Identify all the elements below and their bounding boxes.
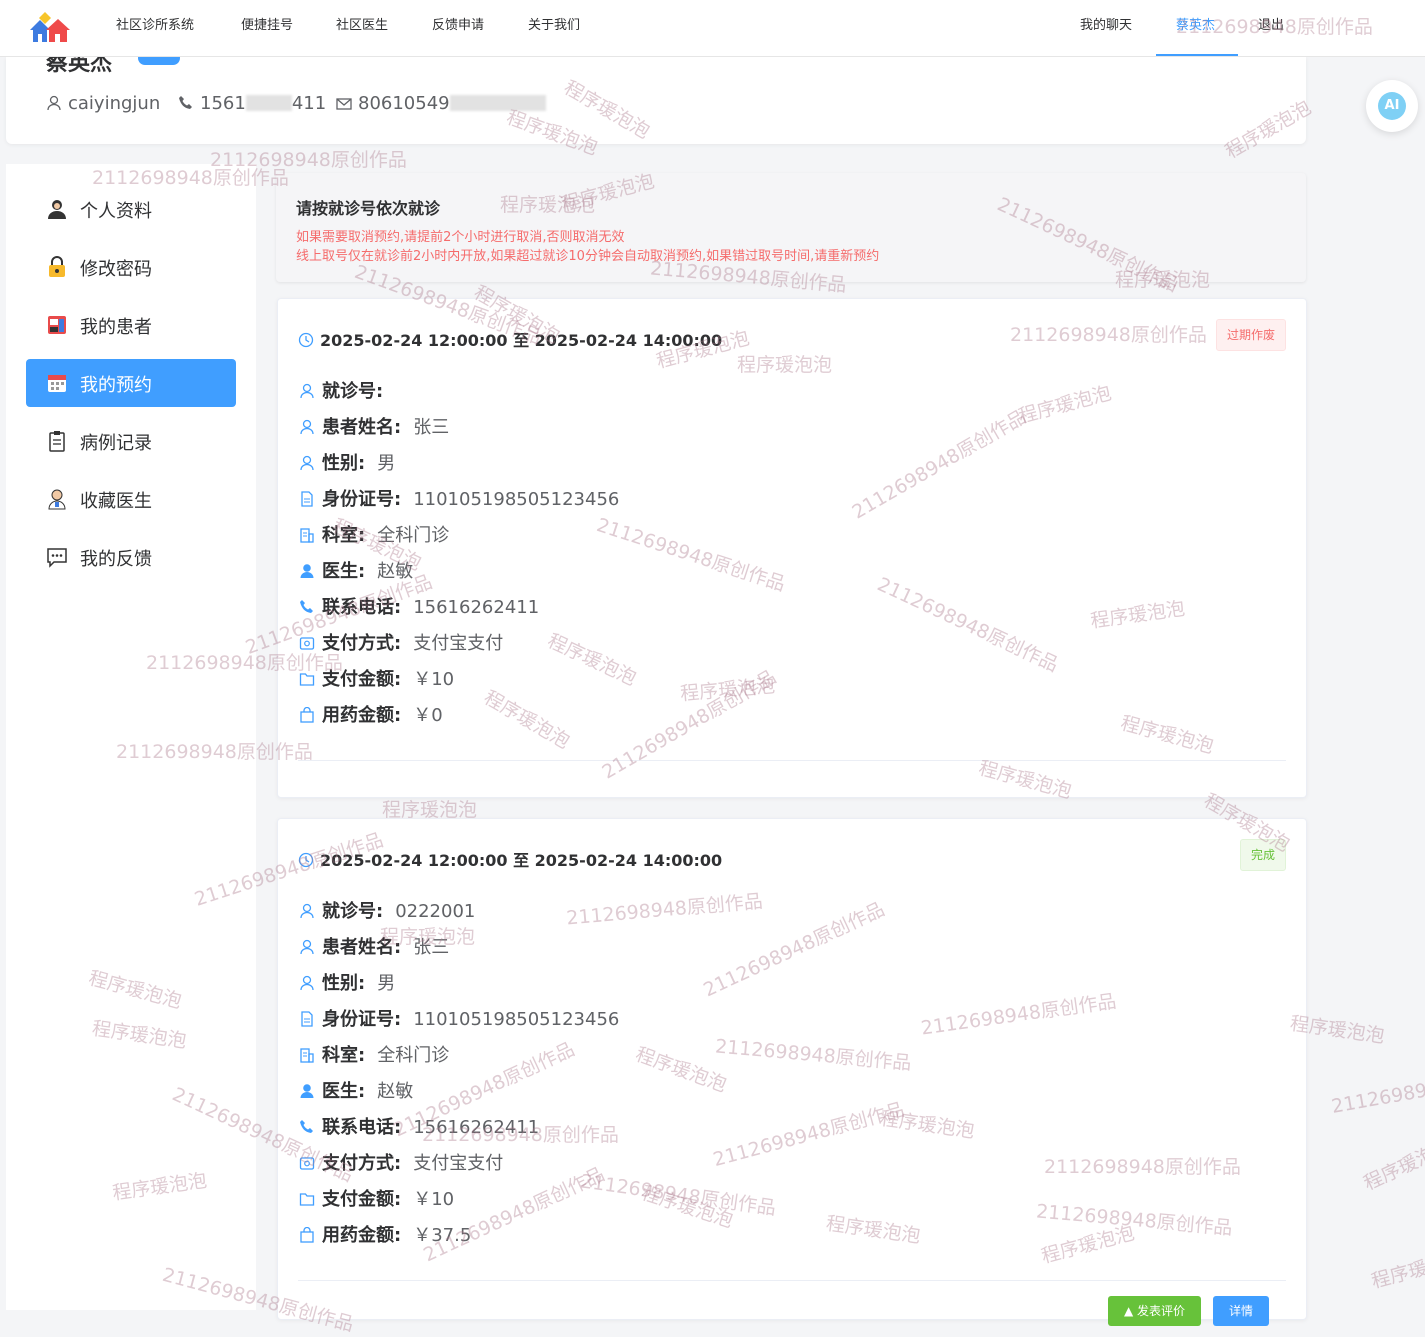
field-gender: 性别: 男 (298, 969, 395, 995)
sidebar-item-profile[interactable]: 个人资料 (26, 185, 236, 233)
field-visit-no: 就诊号: 0222001 (298, 897, 475, 923)
nav-doctors[interactable]: 社区医生 (336, 0, 388, 56)
notice-cancel-rule: 如果需要取消预约,请提前2个小时进行取消,否则取消无效 (296, 230, 625, 245)
profile-phone: 1561 411 (178, 93, 326, 114)
detail-button[interactable]: 详情 (1213, 1296, 1270, 1326)
profile-username: caiyingjun (46, 93, 160, 114)
field-id-no: 身份证号: 110105198505123456 (298, 485, 619, 511)
folder-icon (299, 673, 315, 686)
user-icon (300, 455, 314, 471)
card-divider (298, 760, 1286, 761)
nav-my-chat[interactable]: 我的聊天 (1080, 0, 1132, 56)
clock-icon (298, 332, 314, 348)
clock-icon (298, 852, 314, 868)
profile-email: 80610549 (336, 93, 546, 114)
field-gender: 性别: 男 (298, 449, 395, 475)
sidebar-item-patients[interactable]: 我的患者 (26, 301, 236, 349)
sidebar-item-favorite-doctors[interactable]: 收藏医生 (26, 475, 236, 523)
building-icon (300, 528, 314, 543)
user-icon (300, 903, 314, 919)
field-pay-method: 支付方式: 支付宝支付 (298, 629, 503, 655)
field-patient: 患者姓名: 张三 (298, 933, 449, 959)
appointment-card: 2025-02-24 12:00:00 至 2025-02-24 14:00:0… (277, 298, 1307, 798)
field-patient: 患者姓名: 张三 (298, 413, 449, 439)
status-badge: 过期作废 (1215, 319, 1286, 351)
appointment-time: 2025-02-24 12:00:00 至 2025-02-24 14:00:0… (298, 847, 722, 871)
watermark: 2112698948原创作品 (1329, 1062, 1425, 1118)
profile-badge (138, 57, 180, 65)
bag-icon (300, 707, 314, 723)
top-navbar: 社区诊所系统 便捷挂号 社区医生 反馈申请 关于我们 我的聊天 蔡英杰 退出 (0, 0, 1425, 57)
field-dept: 科室: 全科门诊 (298, 521, 449, 547)
watermark: 程序瑗泡泡 (1360, 1134, 1425, 1195)
field-pay-amount: 支付金额: ￥10 (298, 665, 454, 691)
folder-icon (299, 1193, 315, 1206)
appointment-time: 2025-02-24 12:00:00 至 2025-02-24 14:00:0… (298, 327, 722, 351)
ai-assistant-button[interactable]: AI (1366, 80, 1418, 132)
mail-icon (336, 98, 352, 110)
card-divider (298, 1280, 1286, 1281)
wallet-icon (299, 637, 315, 650)
notice-ticket-rule: 线上取号仅在就诊前2小时内开放,如果超过就诊10分钟会自动取消预约,如果错过取号… (296, 249, 880, 264)
bag-icon (300, 1227, 314, 1243)
phone-icon (179, 96, 192, 109)
watermark: 程序瑗泡泡 (1369, 1247, 1425, 1293)
sidebar-item-records[interactable]: 病例记录 (26, 417, 236, 465)
user-icon (300, 939, 314, 955)
user-filled-icon (300, 564, 314, 578)
sidebar-item-appointments[interactable]: 我的预约 (26, 359, 236, 407)
status-badge: 完成 (1239, 839, 1286, 871)
review-button[interactable]: ▲ 发表评价 (1108, 1296, 1202, 1326)
sidebar: 个人资料 修改密码 我的患者 我的预约 病例记录 收藏医生 我的反馈 (6, 164, 256, 1310)
phone-icon (300, 600, 313, 613)
nav-user[interactable]: 蔡英杰 (1156, 0, 1238, 56)
clipboard-icon (49, 431, 65, 452)
field-dept: 科室: 全科门诊 (298, 1041, 449, 1067)
building-icon (300, 1048, 314, 1063)
field-visit-no: 就诊号: (298, 377, 395, 403)
profile-card: 蔡英杰 caiyingjun 1561 411 80610549 (6, 57, 1306, 144)
field-phone: 联系电话: 15616262411 (298, 593, 539, 619)
notice-box: 请按就诊号依次就诊 如果需要取消预约,请提前2个小时进行取消,否则取消无效 线上… (276, 173, 1306, 282)
field-doctor: 医生: 赵敏 (298, 1077, 413, 1103)
field-phone: 联系电话: 15616262411 (298, 1113, 539, 1139)
user-icon (300, 383, 314, 399)
lock-icon (49, 256, 65, 277)
logo-icon[interactable] (28, 10, 74, 44)
patient-icon (48, 316, 66, 334)
field-doctor: 医生: 赵敏 (298, 557, 413, 583)
appointment-card: 2025-02-24 12:00:00 至 2025-02-24 14:00:0… (277, 818, 1307, 1326)
calendar-icon (48, 375, 66, 392)
doctor-icon (48, 489, 66, 510)
nav-about[interactable]: 关于我们 (528, 0, 580, 56)
field-pay-amount: 支付金额: ￥10 (298, 1185, 454, 1211)
profile-name: 蔡英杰 (46, 57, 113, 76)
sidebar-item-feedback[interactable]: 我的反馈 (26, 533, 236, 581)
nav-feedback[interactable]: 反馈申请 (432, 0, 484, 56)
document-icon (301, 1011, 313, 1027)
nav-home[interactable]: 社区诊所系统 (116, 0, 194, 56)
user-icon (47, 95, 61, 111)
ai-icon: AI (1378, 92, 1406, 120)
user-icon (300, 419, 314, 435)
phone-icon (300, 1120, 313, 1133)
nav-logout[interactable]: 退出 (1258, 0, 1284, 56)
field-drug-amount: 用药金额: ￥37.5 (298, 1221, 471, 1247)
user-icon (300, 975, 314, 991)
notice-title: 请按就诊号依次就诊 (296, 199, 441, 218)
field-drug-amount: 用药金额: ￥0 (298, 701, 443, 727)
nav-register[interactable]: 便捷挂号 (241, 0, 293, 56)
wallet-icon (299, 1157, 315, 1170)
document-icon (301, 491, 313, 507)
user-filled-icon (300, 1084, 314, 1098)
sidebar-item-password[interactable]: 修改密码 (26, 243, 236, 291)
field-id-no: 身份证号: 110105198505123456 (298, 1005, 619, 1031)
field-pay-method: 支付方式: 支付宝支付 (298, 1149, 503, 1175)
person-icon (48, 200, 66, 219)
chat-icon (47, 548, 67, 568)
